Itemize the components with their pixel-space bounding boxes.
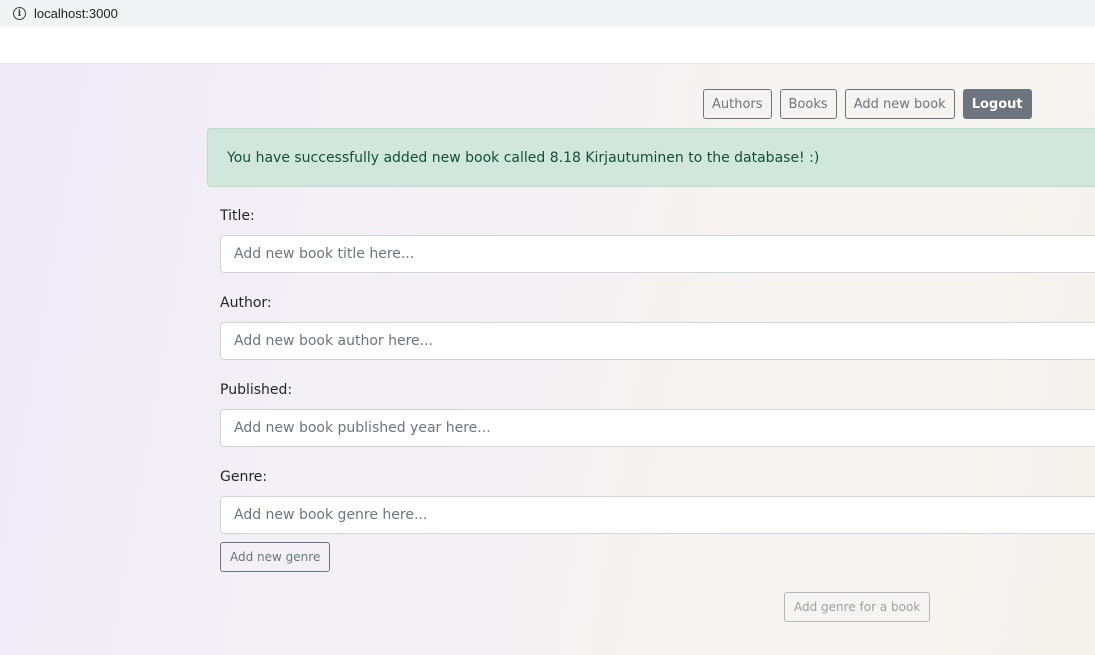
add-new-book-button[interactable]: Add new book [844, 89, 955, 119]
alert-message: You have successfully added new book cal… [227, 149, 820, 166]
logout-button[interactable]: Logout [962, 89, 1032, 119]
author-label: Author: [220, 295, 272, 311]
genre-input[interactable] [220, 496, 1095, 534]
published-label: Published: [220, 382, 293, 398]
browser-address-bar: i localhost:3000 [0, 0, 1095, 27]
books-button[interactable]: Books [779, 89, 837, 119]
title-label: Title: [220, 208, 255, 224]
page-content: Authors Books Add new book Logout You ha… [0, 64, 1095, 655]
published-input[interactable] [220, 409, 1095, 447]
nav-bar: Authors Books Add new book Logout [703, 89, 1032, 119]
browser-toolbar-strip [0, 27, 1095, 64]
genre-label: Genre: [220, 469, 268, 485]
success-alert: You have successfully added new book cal… [207, 128, 1095, 187]
add-new-genre-button[interactable]: Add new genre [220, 542, 331, 572]
add-genre-for-book-button[interactable]: Add genre for a book [784, 592, 931, 622]
info-icon[interactable]: i [13, 7, 26, 20]
url-text[interactable]: localhost:3000 [34, 6, 118, 21]
title-input[interactable] [220, 235, 1095, 273]
authors-button[interactable]: Authors [703, 89, 772, 119]
author-input[interactable] [220, 322, 1095, 360]
